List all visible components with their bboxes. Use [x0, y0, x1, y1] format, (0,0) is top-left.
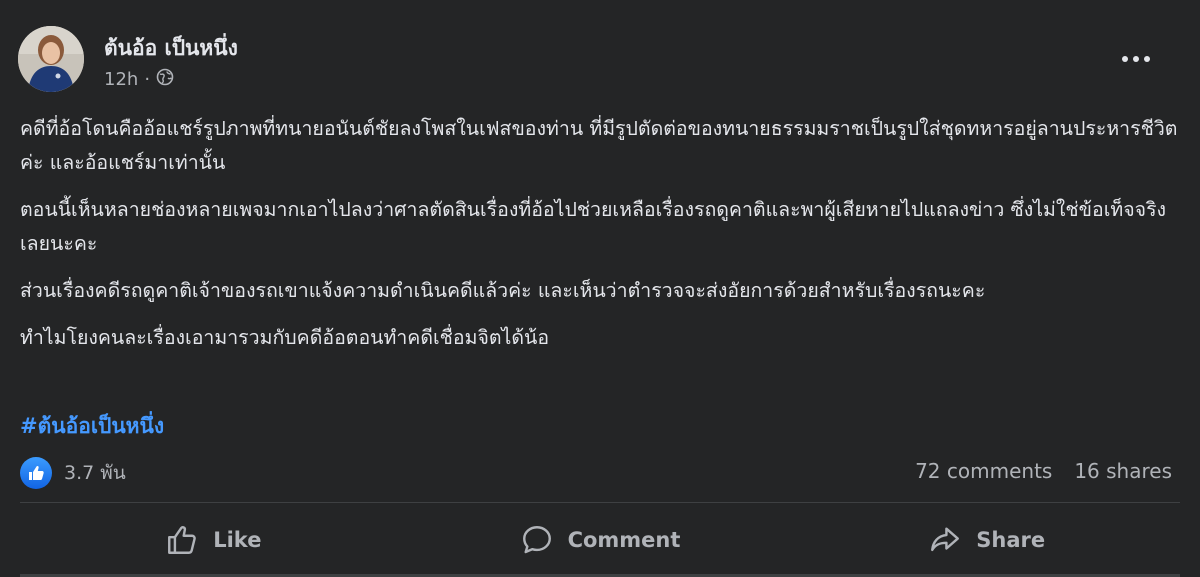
globe-icon	[156, 68, 174, 91]
comment-label: Comment	[567, 528, 681, 552]
post-paragraph-2: ตอนนี้เห็นหลายช่องหลายเพจมากเอาไปลงว่าศา…	[20, 198, 1167, 255]
comments-count[interactable]: 72 comments	[915, 459, 1052, 483]
engagement-counts: 72 comments 16 shares	[915, 459, 1172, 483]
post-actions: Like Comment Share	[20, 512, 1180, 568]
comment-icon	[522, 526, 551, 554]
thumbs-up-icon	[168, 526, 197, 554]
post-stats: 3.7 พัน 72 comments 16 shares	[20, 455, 1172, 491]
share-icon	[931, 527, 960, 552]
avatar-image	[18, 26, 84, 92]
like-icon	[20, 457, 52, 489]
reactions-summary[interactable]: 3.7 พัน	[20, 457, 126, 489]
reaction-count: 3.7 พัน	[64, 462, 126, 484]
more-horizontal-icon	[1122, 56, 1150, 62]
meta-separator: ·	[144, 69, 151, 90]
author-name[interactable]: ต้นอ้อ เป็นหนึ่ง	[104, 32, 238, 65]
like-button[interactable]: Like	[20, 512, 407, 568]
shares-count[interactable]: 16 shares	[1074, 459, 1172, 483]
more-options-button[interactable]	[1116, 44, 1156, 74]
facebook-post: ต้นอ้อ เป็นหนึ่ง 12h · คดีที่อ้อโดนคืออ้	[0, 0, 1200, 577]
post-paragraph-3: ส่วนเรื่องคดีรถดูคาติเจ้าของรถเขาแจ้งควา…	[20, 279, 986, 302]
post-header: ต้นอ้อ เป็นหนึ่ง 12h ·	[18, 24, 1182, 96]
post-meta: 12h ·	[104, 68, 174, 91]
post-body: คดีที่อ้อโดนคืออ้อแชร์รูปภาพที่ทนายอนันต…	[20, 112, 1180, 368]
like-label: Like	[213, 528, 262, 552]
hashtag-link[interactable]: #ต้นอ้อเป็นหนึ่ง	[20, 410, 164, 443]
comment-button[interactable]: Comment	[407, 512, 794, 568]
post-time[interactable]: 12h	[104, 69, 138, 90]
avatar[interactable]	[18, 26, 84, 92]
share-label: Share	[976, 528, 1046, 552]
post-paragraph-1: คดีที่อ้อโดนคืออ้อแชร์รูปภาพที่ทนายอนันต…	[20, 117, 1178, 174]
share-button[interactable]: Share	[793, 512, 1180, 568]
divider	[20, 502, 1180, 503]
post-paragraph-4: ทำไมโยงคนละเรื่องเอามารวมกับคดีอ้อตอนทำค…	[20, 326, 550, 349]
